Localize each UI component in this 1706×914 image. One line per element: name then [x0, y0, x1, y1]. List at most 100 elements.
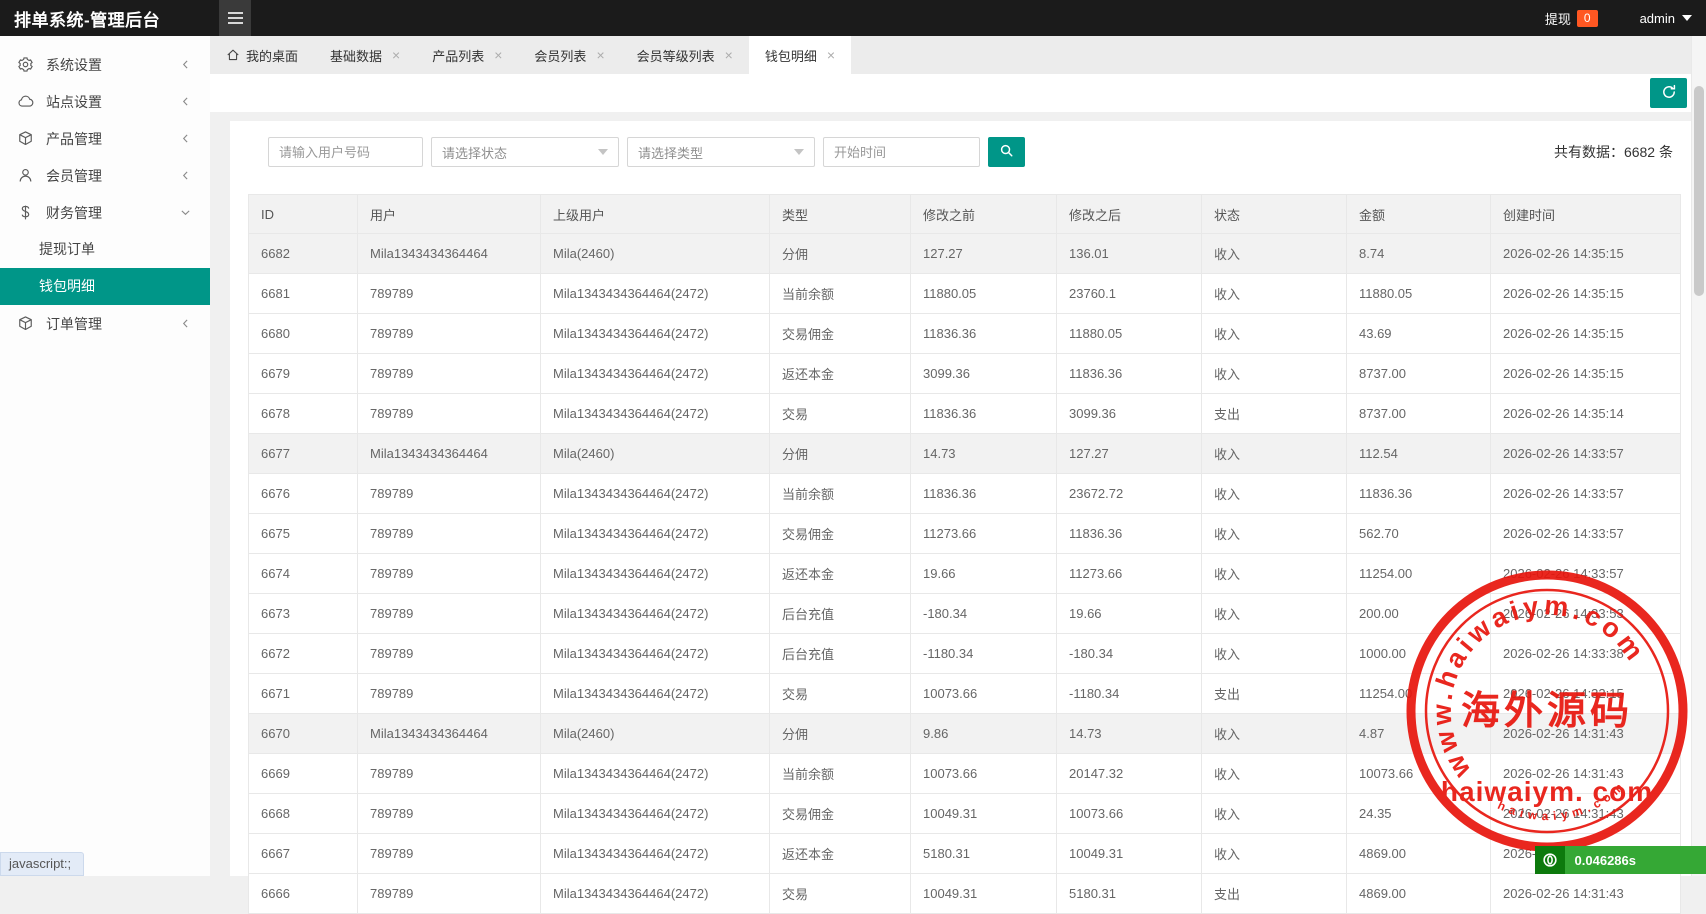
tab-close-icon[interactable]: ×: [725, 48, 733, 62]
refresh-button[interactable]: [1650, 78, 1687, 108]
table-cell: 5180.31: [1056, 873, 1202, 914]
wallet-table: ID 用户 上级用户 类型 修改之前 修改之后 状态 金额 创建时间 6682 Mila134343…: [248, 194, 1681, 914]
tab-close-icon[interactable]: ×: [494, 48, 502, 62]
table-cell: 2026-02-26 14:33:57: [1490, 473, 1681, 514]
sidebar-item-product-mgmt[interactable]: 产品管理: [0, 120, 210, 157]
sidebar-item-label: 订单管理: [46, 315, 102, 332]
withdraw-link[interactable]: 提现: [1545, 9, 1571, 28]
table-cell: 交易: [769, 873, 911, 914]
table-cell: 6676: [248, 473, 358, 514]
table-cell: 14.73: [910, 433, 1057, 474]
chevron-left-icon: [179, 169, 192, 182]
cube-icon: [17, 130, 34, 147]
table-cell: -1180.34: [910, 633, 1057, 674]
table-cell: Mila1343434364464(2472): [540, 673, 770, 714]
table-row: 6678 789789 Mila1343434364464(2472) 交易 11836…: [248, 393, 1681, 434]
sidebar-item-member-mgmt[interactable]: 会员管理: [0, 157, 210, 194]
tab-label: 会员列表: [534, 48, 587, 64]
table-cell: 2026-02-26 14:35:15: [1490, 233, 1681, 274]
tab-close-icon[interactable]: ×: [596, 48, 604, 62]
column-header: 类型: [769, 194, 911, 234]
table-cell: 789789: [357, 273, 541, 314]
user-menu[interactable]: admin: [1640, 11, 1692, 26]
scrollbar-thumb[interactable]: [1694, 86, 1704, 296]
table-cell: 20147.32: [1056, 753, 1202, 794]
render-time-bar[interactable]: 0.046286s: [1534, 846, 1706, 874]
sidebar-item-site-settings[interactable]: 站点设置: [0, 83, 210, 120]
table-cell: 11836.36: [1056, 353, 1202, 394]
start-time-input[interactable]: [823, 137, 980, 167]
table-row: 6667 789789 Mila1343434364464(2472) 返还本金 518…: [248, 833, 1681, 874]
table-cell: 2026-02-26 14:31:43: [1490, 793, 1681, 834]
table-cell: 6674: [248, 553, 358, 594]
user-icon: [17, 167, 34, 184]
table-cell: 789789: [357, 753, 541, 794]
table-cell: -180.34: [910, 593, 1057, 634]
table-cell: 2026-02-26 14:31:43: [1490, 873, 1681, 914]
tab-close-icon[interactable]: ×: [392, 48, 400, 62]
table-cell: 11836.36: [1346, 473, 1491, 514]
table-cell: Mila1343434364464(2472): [540, 393, 770, 434]
table-cell: 分佣: [769, 433, 911, 474]
table-cell: 当前余额: [769, 473, 911, 514]
table-cell: 9.86: [910, 713, 1057, 754]
table-cell: Mila1343434364464(2472): [540, 793, 770, 834]
withdraw-badge[interactable]: 0: [1576, 9, 1598, 27]
column-header: 创建时间: [1490, 194, 1681, 234]
status-link-hint: javascript:;: [0, 852, 85, 876]
table-cell: Mila1343434364464(2472): [540, 513, 770, 554]
sidebar-subitem-withdraw-orders[interactable]: 提现订单: [0, 231, 210, 268]
tab-basic-data[interactable]: 基础数据 ×: [314, 36, 416, 74]
sidebar-subitem-wallet-details[interactable]: 钱包明细: [0, 268, 210, 305]
table-cell: 收入: [1201, 273, 1347, 314]
sidebar-item-finance-mgmt[interactable]: 财务管理: [0, 194, 210, 231]
tab-close-icon[interactable]: ×: [827, 48, 835, 62]
sidebar-item-label: 财务管理: [46, 204, 102, 221]
table-cell: 6668: [248, 793, 358, 834]
sidebar-subitem-label: 提现订单: [39, 241, 95, 257]
chevron-down-icon: [1682, 15, 1692, 21]
table-cell: 4.87: [1346, 713, 1491, 754]
toolbar: [210, 74, 1706, 112]
table-cell: 10073.66: [1346, 753, 1491, 794]
tab-member-level-list[interactable]: 会员等级列表 ×: [621, 36, 749, 74]
table-cell: 2026-02-26 14:35:15: [1490, 273, 1681, 314]
tab-member-list[interactable]: 会员列表 ×: [518, 36, 620, 74]
table-cell: 1000.00: [1346, 633, 1491, 674]
table-cell: 23760.1: [1056, 273, 1202, 314]
table-row: 6681 789789 Mila1343434364464(2472) 当前余额 118…: [248, 273, 1681, 314]
sidebar-item-order-mgmt[interactable]: 订单管理: [0, 305, 210, 342]
table-cell: 交易佣金: [769, 513, 911, 554]
table-cell: 2026-02-26 14:35:14: [1490, 393, 1681, 434]
sidebar-item-system-settings[interactable]: 系统设置: [0, 46, 210, 83]
table-cell: 6677: [248, 433, 358, 474]
table-cell: 4869.00: [1346, 833, 1491, 874]
chevron-down-icon: [179, 206, 192, 219]
table-cell: 789789: [357, 873, 541, 914]
column-header: 状态: [1201, 194, 1347, 234]
column-header: 上级用户: [540, 194, 770, 234]
hamburger-menu-icon[interactable]: [219, 0, 251, 36]
select-caret-icon: [598, 149, 608, 155]
tab-wallet-details[interactable]: 钱包明细 ×: [748, 36, 852, 74]
table-cell: 2026-02-26 14:31:43: [1490, 753, 1681, 794]
table-cell: 交易佣金: [769, 793, 911, 834]
table-cell: 10049.31: [910, 793, 1057, 834]
table-cell: 收入: [1201, 753, 1347, 794]
vertical-scrollbar[interactable]: [1691, 36, 1706, 876]
table-row: 6671 789789 Mila1343434364464(2472) 交易 10073…: [248, 673, 1681, 714]
table-cell: 789789: [357, 513, 541, 554]
type-select[interactable]: 请选择类型: [627, 137, 815, 167]
refresh-icon: [1661, 84, 1677, 103]
table-cell: 789789: [357, 633, 541, 674]
table-cell: 支出: [1201, 393, 1347, 434]
table-cell: Mila1343434364464(2472): [540, 473, 770, 514]
user-number-input[interactable]: [268, 137, 423, 167]
tab-product-list[interactable]: 产品列表 ×: [416, 36, 518, 74]
table-cell: 10073.66: [1056, 793, 1202, 834]
tab-my-desktop[interactable]: 我的桌面: [210, 36, 314, 74]
status-select[interactable]: 请选择状态: [431, 137, 619, 167]
table-cell: 11273.66: [910, 513, 1057, 554]
search-button[interactable]: [988, 137, 1025, 167]
cube-icon: [17, 315, 34, 332]
